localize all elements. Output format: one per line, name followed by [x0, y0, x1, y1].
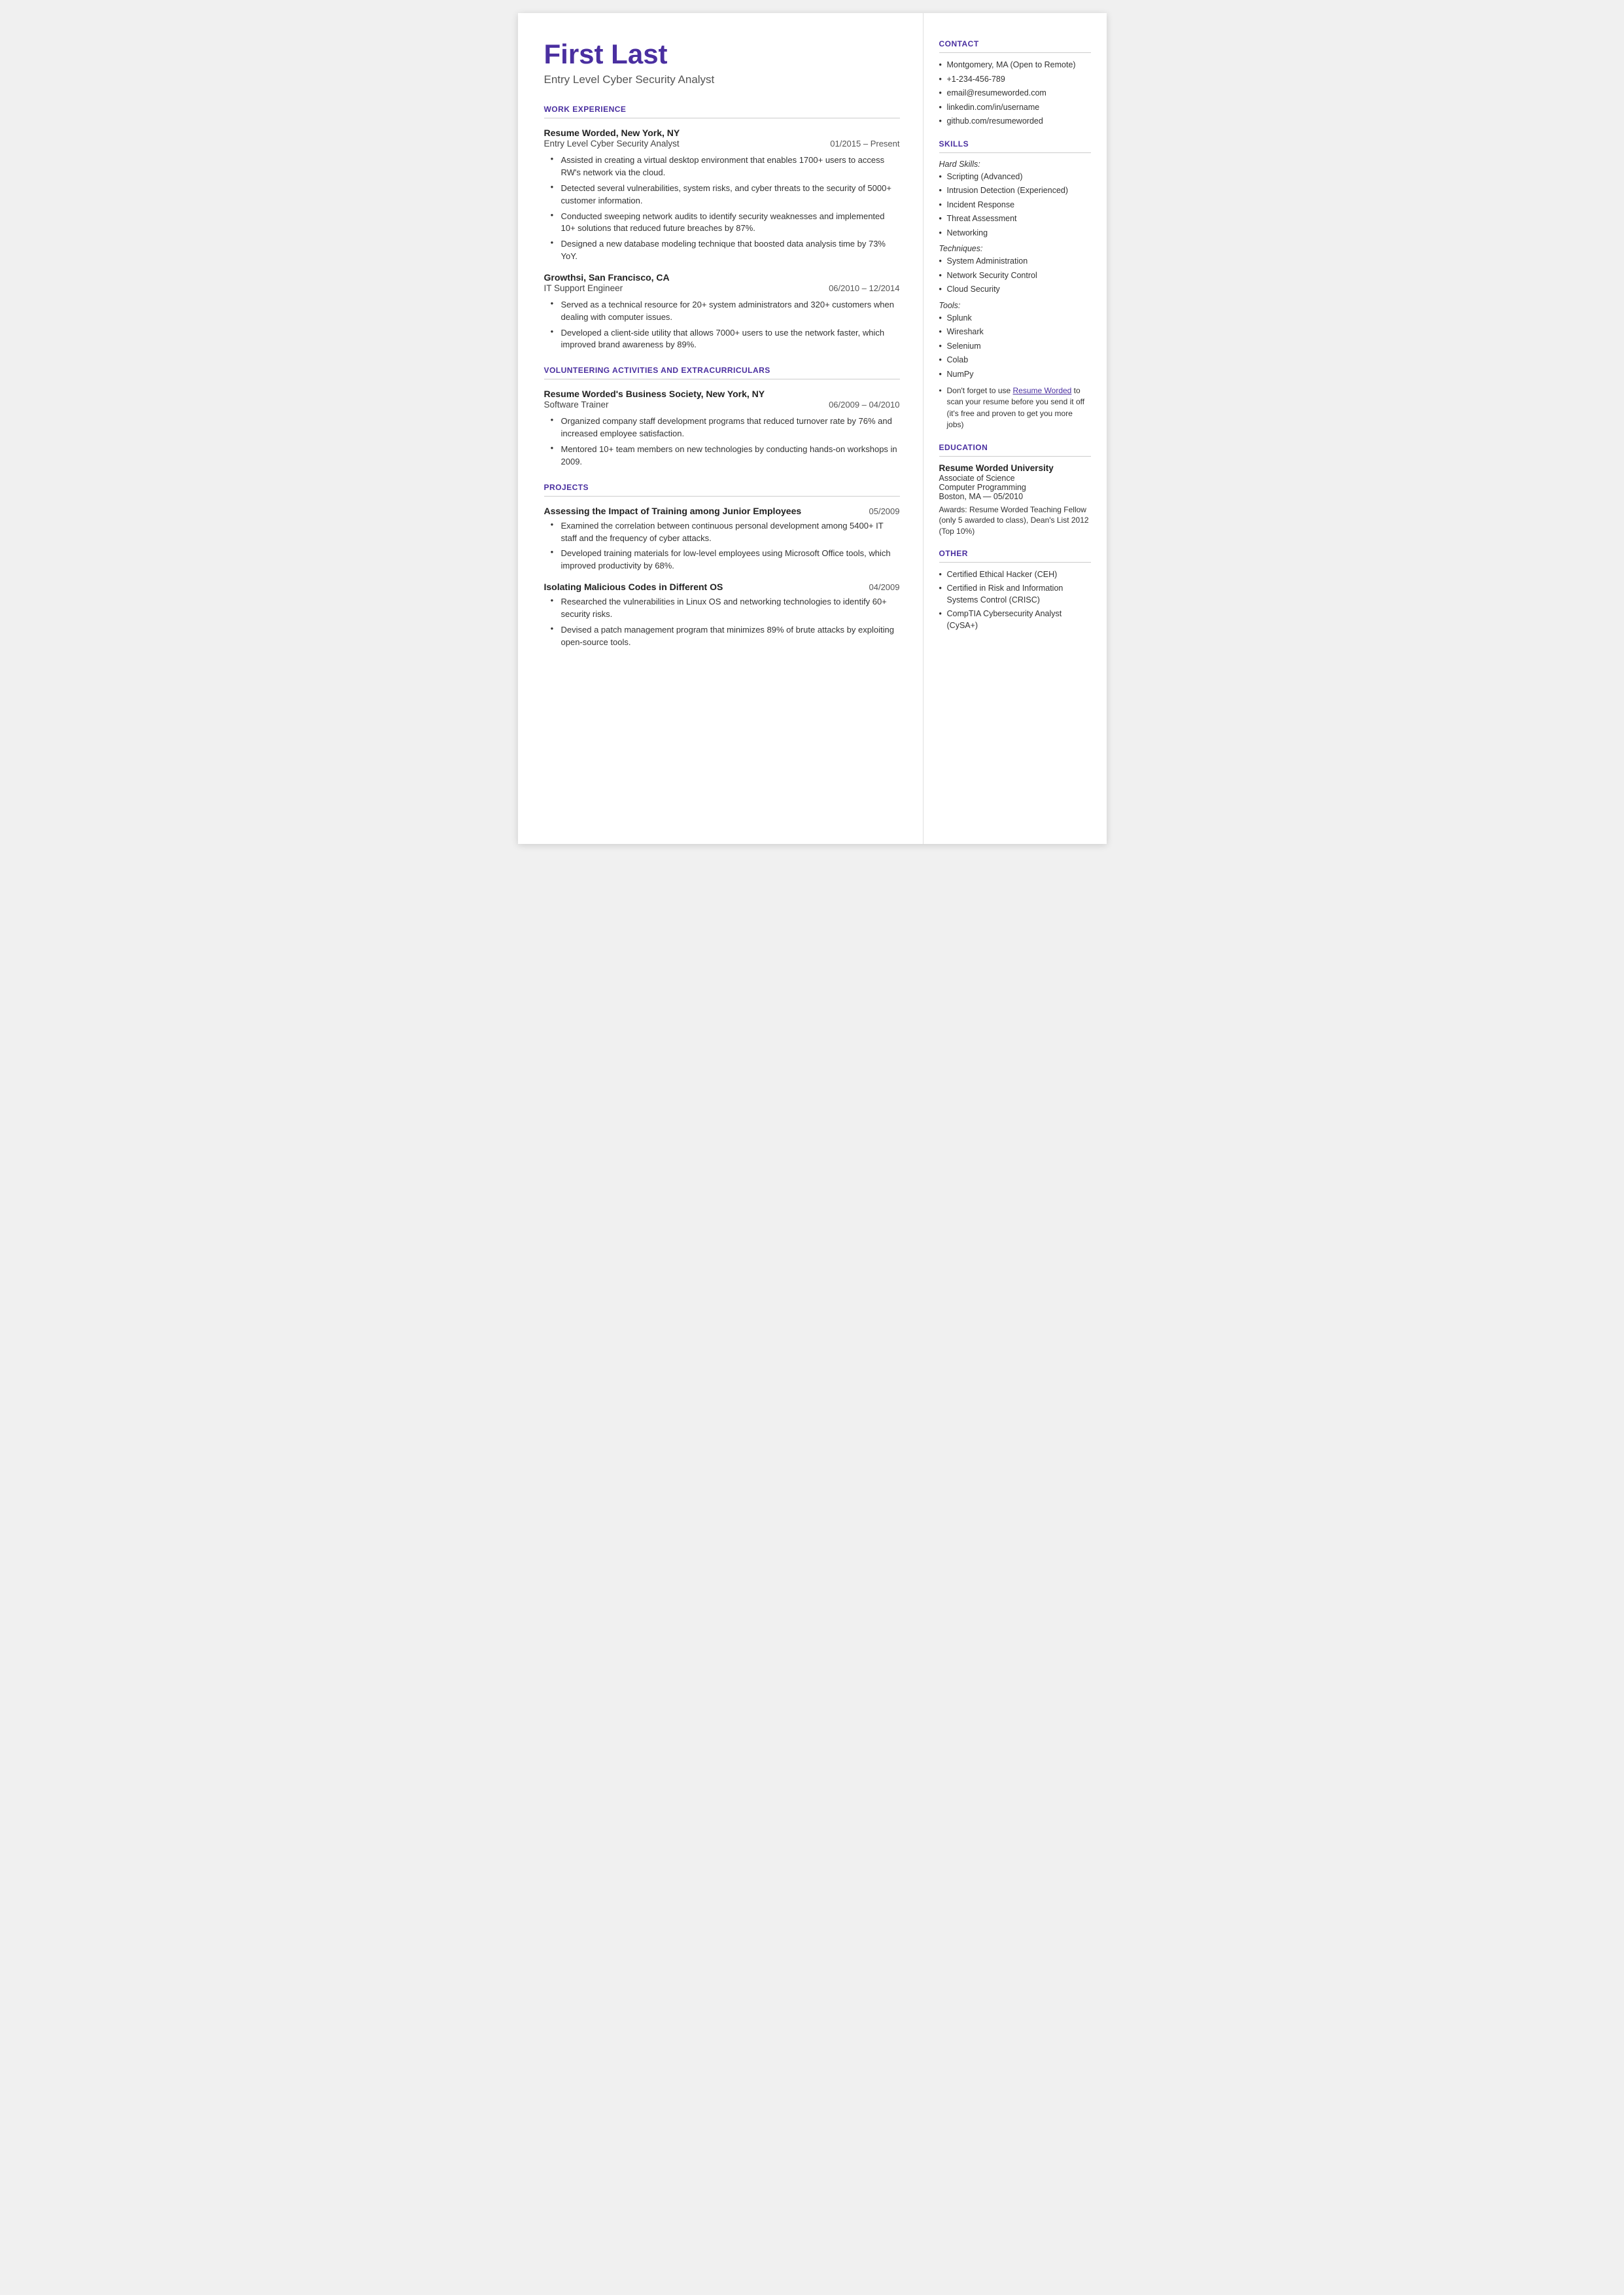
- other-item-1: Certified in Risk and Information System…: [939, 583, 1091, 606]
- job-company-1: Resume Worded, New York, NY: [544, 128, 680, 138]
- bullet-item: Mentored 10+ team members on new technol…: [549, 444, 900, 468]
- job-role-dates-2: IT Support Engineer 06/2010 – 12/2014: [544, 283, 900, 298]
- vol-role-dates-1: Software Trainer 06/2009 – 04/2010: [544, 400, 900, 415]
- project-header-1: Assessing the Impact of Training among J…: [544, 506, 900, 516]
- contact-divider: [939, 52, 1091, 53]
- vol-company-1: Resume Worded's Business Society, New Yo…: [544, 389, 765, 399]
- project-title-2: Isolating Malicious Codes in Different O…: [544, 582, 723, 592]
- bullet-item: Designed a new database modeling techniq…: [549, 238, 900, 263]
- contact-heading: CONTACT: [939, 39, 1091, 48]
- projects-divider: [544, 496, 900, 497]
- edu-degree: Associate of Science: [939, 474, 1091, 483]
- tool-0: Splunk: [939, 313, 1091, 324]
- project-date-1: 05/2009: [869, 506, 900, 516]
- job-role-dates-1: Entry Level Cyber Security Analyst 01/20…: [544, 139, 900, 154]
- other-heading: OTHER: [939, 549, 1091, 558]
- tool-2: Selenium: [939, 341, 1091, 353]
- bullet-item: Detected several vulnerabilities, system…: [549, 183, 900, 207]
- hard-skill-3: Threat Assessment: [939, 213, 1091, 225]
- right-column: CONTACT Montgomery, MA (Open to Remote) …: [924, 13, 1107, 844]
- scan-note: Don't forget to use Resume Worded to sca…: [939, 385, 1091, 431]
- project-header-2: Isolating Malicious Codes in Different O…: [544, 582, 900, 592]
- contact-item-3: linkedin.com/in/username: [939, 102, 1091, 114]
- volunteering-heading: VOLUNTEERING ACTIVITIES AND EXTRACURRICU…: [544, 366, 900, 375]
- tool-3: Colab: [939, 355, 1091, 366]
- edu-awards: Awards: Resume Worded Teaching Fellow (o…: [939, 504, 1091, 537]
- job-role-2: IT Support Engineer: [544, 283, 623, 293]
- bullet-item: Served as a technical resource for 20+ s…: [549, 299, 900, 324]
- edu-field: Computer Programming: [939, 483, 1091, 492]
- bullet-item: Developed a client-side utility that all…: [549, 327, 900, 352]
- bullet-item: Assisted in creating a virtual desktop e…: [549, 154, 900, 179]
- other-item-0: Certified Ethical Hacker (CEH): [939, 569, 1091, 581]
- technique-0: System Administration: [939, 256, 1091, 268]
- hard-skill-1: Intrusion Detection (Experienced): [939, 185, 1091, 197]
- project-bullets-2: Researched the vulnerabilities in Linux …: [544, 596, 900, 648]
- hard-skill-2: Incident Response: [939, 200, 1091, 211]
- project-date-2: 04/2009: [869, 582, 900, 592]
- job-dates-2: 06/2010 – 12/2014: [829, 283, 899, 293]
- job-bullets-1: Assisted in creating a virtual desktop e…: [544, 154, 900, 263]
- edu-date: Boston, MA — 05/2010: [939, 492, 1091, 501]
- contact-item-2: email@resumeworded.com: [939, 88, 1091, 99]
- job-company-2: Growthsi, San Francisco, CA: [544, 272, 670, 283]
- resume-page: First Last Entry Level Cyber Security An…: [518, 13, 1107, 844]
- project-bullets-1: Examined the correlation between continu…: [544, 520, 900, 572]
- bullet-item: Organized company staff development prog…: [549, 415, 900, 440]
- bullet-item: Researched the vulnerabilities in Linux …: [549, 596, 900, 621]
- other-item-2: CompTIA Cybersecurity Analyst (CySA+): [939, 608, 1091, 631]
- contact-item-1: +1-234-456-789: [939, 74, 1091, 86]
- projects-heading: PROJECTS: [544, 483, 900, 492]
- education-heading: EDUCATION: [939, 443, 1091, 452]
- edu-school: Resume Worded University: [939, 463, 1091, 473]
- tool-4: NumPy: [939, 369, 1091, 381]
- project-title-1: Assessing the Impact of Training among J…: [544, 506, 802, 516]
- hard-skills-label: Hard Skills:: [939, 160, 1091, 169]
- candidate-name: First Last: [544, 39, 900, 69]
- vol-dates-1: 06/2009 – 04/2010: [829, 400, 899, 410]
- vol-header-1: Resume Worded's Business Society, New Yo…: [544, 389, 900, 399]
- bullet-item: Devised a patch management program that …: [549, 624, 900, 649]
- work-experience-heading: WORK EXPERIENCE: [544, 105, 900, 114]
- tools-label: Tools:: [939, 301, 1091, 310]
- technique-1: Network Security Control: [939, 270, 1091, 282]
- job-role-1: Entry Level Cyber Security Analyst: [544, 139, 680, 149]
- bullet-item: Conducted sweeping network audits to ide…: [549, 211, 900, 236]
- other-divider: [939, 562, 1091, 563]
- contact-item-0: Montgomery, MA (Open to Remote): [939, 60, 1091, 71]
- scan-link[interactable]: Resume Worded: [1013, 386, 1072, 395]
- candidate-title: Entry Level Cyber Security Analyst: [544, 73, 900, 86]
- job-header-1: Resume Worded, New York, NY: [544, 128, 900, 138]
- skills-heading: SKILLS: [939, 139, 1091, 149]
- vol-role-1: Software Trainer: [544, 400, 609, 410]
- skills-divider: [939, 152, 1091, 153]
- bullet-item: Examined the correlation between continu…: [549, 520, 900, 545]
- scan-note-prefix: Don't forget to use: [947, 386, 1013, 395]
- tool-1: Wireshark: [939, 326, 1091, 338]
- job-dates-1: 01/2015 – Present: [830, 139, 899, 149]
- job-header-2: Growthsi, San Francisco, CA: [544, 272, 900, 283]
- job-bullets-2: Served as a technical resource for 20+ s…: [544, 299, 900, 351]
- technique-2: Cloud Security: [939, 284, 1091, 296]
- contact-item-4: github.com/resumeworded: [939, 116, 1091, 128]
- vol-bullets-1: Organized company staff development prog…: [544, 415, 900, 468]
- bullet-item: Developed training materials for low-lev…: [549, 548, 900, 572]
- techniques-label: Techniques:: [939, 244, 1091, 253]
- left-column: First Last Entry Level Cyber Security An…: [518, 13, 924, 844]
- hard-skill-4: Networking: [939, 228, 1091, 239]
- hard-skill-0: Scripting (Advanced): [939, 171, 1091, 183]
- education-divider: [939, 456, 1091, 457]
